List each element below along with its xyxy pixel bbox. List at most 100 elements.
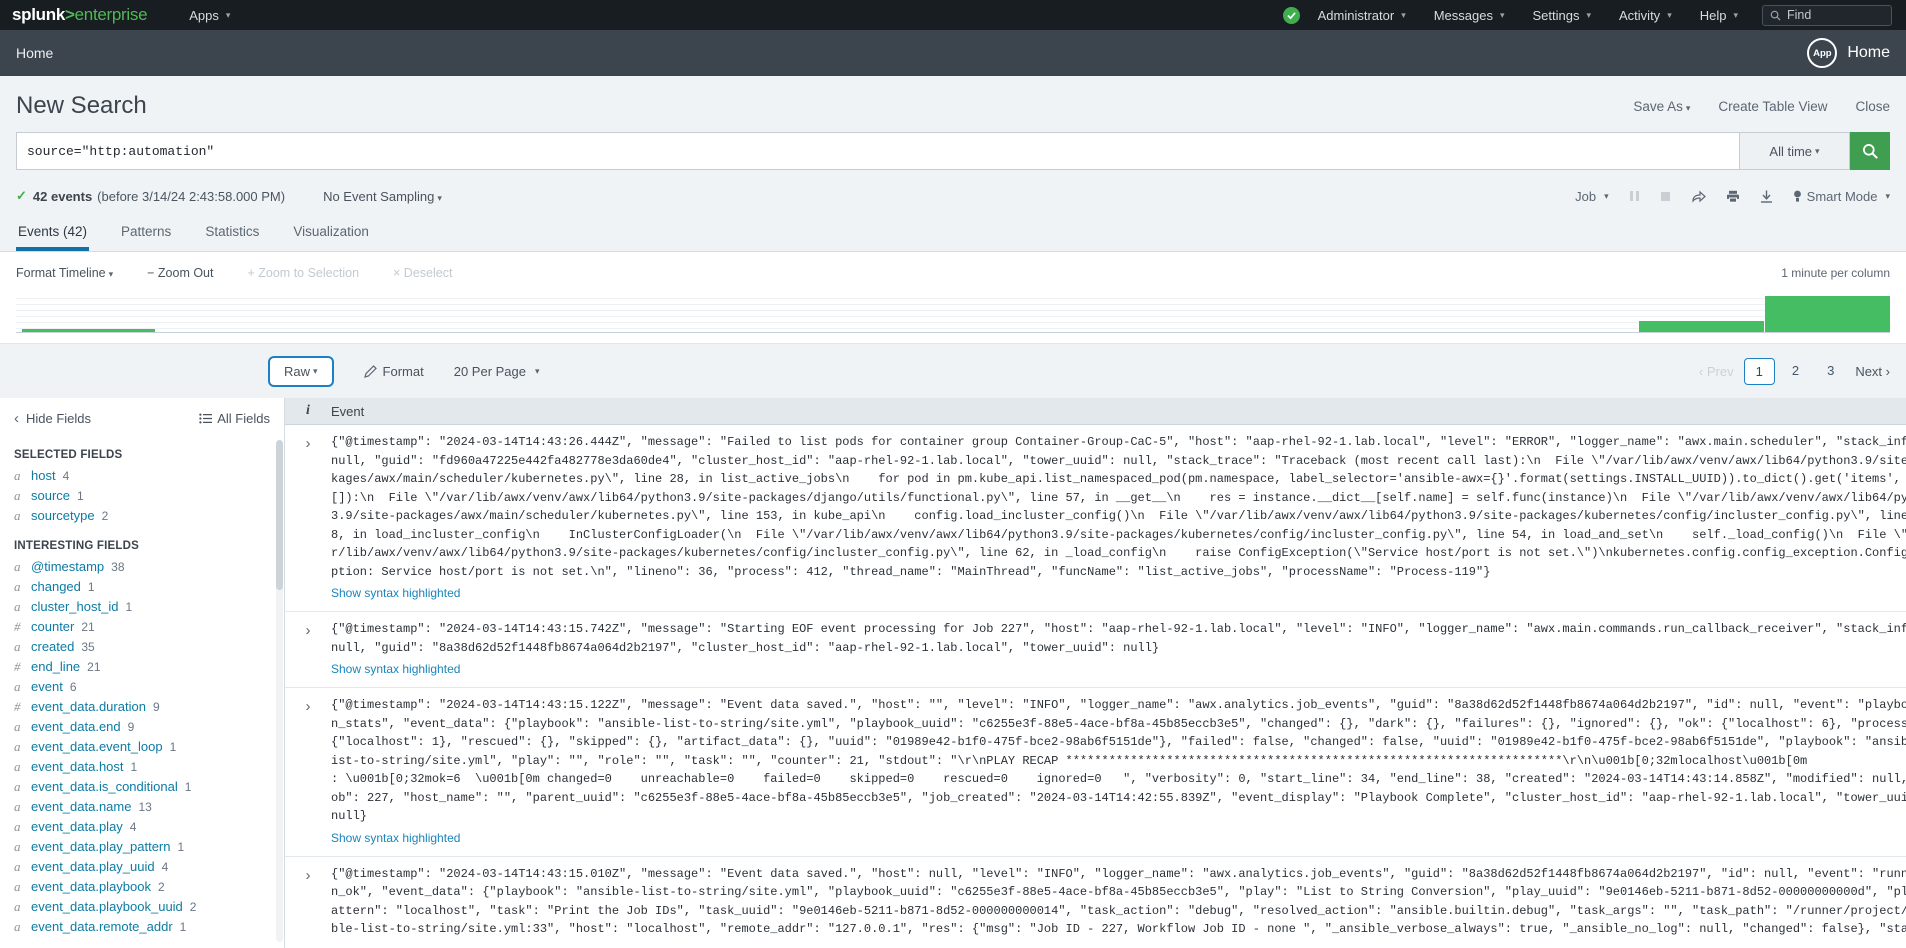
- field-name[interactable]: event_data.remote_addr: [31, 919, 173, 934]
- tab-visualization[interactable]: Visualization: [291, 212, 371, 251]
- timeline-histogram[interactable]: [16, 293, 1890, 333]
- field-name[interactable]: event: [31, 679, 63, 694]
- selected-fields-list: ahost4asource1asourcetype2: [0, 466, 284, 526]
- field-event_data.playbook_uuid[interactable]: aevent_data.playbook_uuid2: [0, 897, 284, 917]
- field-event_data.play[interactable]: aevent_data.play4: [0, 817, 284, 837]
- field-event_data.host[interactable]: aevent_data.host1: [0, 757, 284, 777]
- field-name[interactable]: event_data.play_pattern: [31, 839, 171, 854]
- field-count: 9: [153, 700, 160, 714]
- page-2-button[interactable]: 2: [1781, 358, 1810, 385]
- share-job-icon[interactable]: [1691, 190, 1706, 203]
- field-event_data.remote_addr[interactable]: aevent_data.remote_addr1: [0, 917, 284, 937]
- format-button[interactable]: Format: [364, 364, 424, 379]
- field-end_line[interactable]: #end_line21: [0, 657, 284, 677]
- timeline-bar[interactable]: [1765, 296, 1890, 332]
- field-name[interactable]: host: [31, 468, 56, 483]
- field-counter[interactable]: #counter21: [0, 617, 284, 637]
- field-event_data.is_conditional[interactable]: aevent_data.is_conditional1: [0, 777, 284, 797]
- expand-event-icon[interactable]: [285, 433, 331, 602]
- per-page-menu[interactable]: 20 Per Page: [454, 364, 540, 379]
- tab-statistics[interactable]: Statistics: [203, 212, 261, 251]
- search-mode-menu[interactable]: Smart Mode: [1793, 189, 1890, 204]
- field-name[interactable]: source: [31, 488, 70, 503]
- zoom-out-button[interactable]: − Zoom Out: [147, 266, 213, 280]
- page-1-button[interactable]: 1: [1744, 358, 1775, 385]
- field-event_data.event_loop[interactable]: aevent_data.event_loop1: [0, 737, 284, 757]
- search-query-input[interactable]: source="http:automation": [16, 132, 1740, 170]
- field-name[interactable]: sourcetype: [31, 508, 95, 523]
- field-name[interactable]: event_data.playbook: [31, 879, 151, 894]
- field-name[interactable]: @timestamp: [31, 559, 104, 574]
- timeline-bar[interactable]: [1639, 321, 1764, 332]
- next-page-button[interactable]: Next: [1855, 364, 1890, 379]
- field-count: 1: [178, 840, 185, 854]
- field-name[interactable]: event_data.playbook_uuid: [31, 899, 183, 914]
- field-name[interactable]: event_data.duration: [31, 699, 146, 714]
- expand-event-icon[interactable]: [285, 620, 331, 678]
- activity-menu[interactable]: Activity: [1605, 0, 1686, 30]
- page-title: New Search: [16, 92, 147, 120]
- field-cluster_host_id[interactable]: acluster_host_id1: [0, 597, 284, 617]
- print-icon[interactable]: [1726, 190, 1740, 203]
- job-menu[interactable]: Job: [1575, 189, 1609, 204]
- event-display-mode-button[interactable]: Raw: [268, 356, 334, 387]
- messages-menu[interactable]: Messages: [1420, 0, 1519, 30]
- field-type: a: [14, 679, 24, 695]
- create-table-view-link[interactable]: Create Table View: [1718, 99, 1827, 114]
- find-input[interactable]: Find: [1762, 5, 1892, 26]
- sidebar-scrollbar[interactable]: [276, 440, 283, 942]
- format-timeline-menu[interactable]: Format Timeline: [16, 266, 113, 280]
- field-host[interactable]: ahost4: [0, 466, 284, 486]
- field-event_data.name[interactable]: aevent_data.name13: [0, 797, 284, 817]
- field-@timestamp[interactable]: a@timestamp38: [0, 557, 284, 577]
- apps-menu[interactable]: Apps: [175, 0, 244, 30]
- splunk-logo[interactable]: splunk>enterprise: [12, 5, 147, 25]
- field-name[interactable]: event_data.name: [31, 799, 131, 814]
- field-sourcetype[interactable]: asourcetype2: [0, 506, 284, 526]
- field-event_data.duration[interactable]: #event_data.duration9: [0, 697, 284, 717]
- search-submit-button[interactable]: [1850, 132, 1890, 170]
- show-syntax-link[interactable]: Show syntax highlighted: [331, 831, 460, 845]
- settings-menu[interactable]: Settings: [1519, 0, 1606, 30]
- expand-event-icon[interactable]: [285, 696, 331, 847]
- field-name[interactable]: event_data.play: [31, 819, 123, 834]
- search-icon: [1770, 10, 1781, 21]
- save-as-menu[interactable]: Save As: [1633, 99, 1690, 114]
- hide-fields-link[interactable]: Hide Fields: [14, 410, 91, 427]
- field-created[interactable]: acreated35: [0, 637, 284, 657]
- pause-job-icon[interactable]: [1629, 190, 1640, 202]
- expand-event-icon[interactable]: [285, 865, 331, 939]
- field-event[interactable]: aevent6: [0, 677, 284, 697]
- show-syntax-link[interactable]: Show syntax highlighted: [331, 586, 460, 600]
- field-event_data.playbook[interactable]: aevent_data.playbook2: [0, 877, 284, 897]
- user-menu[interactable]: Administrator: [1304, 0, 1420, 30]
- time-range-picker[interactable]: All time: [1740, 132, 1850, 170]
- breadcrumb-home[interactable]: Home: [16, 45, 53, 61]
- field-changed[interactable]: achanged1: [0, 577, 284, 597]
- field-name[interactable]: event_data.event_loop: [31, 739, 163, 754]
- all-fields-link[interactable]: All Fields: [199, 410, 270, 427]
- event-sampling-menu[interactable]: No Event Sampling: [323, 189, 442, 204]
- field-name[interactable]: event_data.is_conditional: [31, 779, 178, 794]
- tab-patterns[interactable]: Patterns: [119, 212, 173, 251]
- field-event_data.end[interactable]: aevent_data.end9: [0, 717, 284, 737]
- field-name[interactable]: created: [31, 639, 74, 654]
- show-syntax-link[interactable]: Show syntax highlighted: [331, 662, 460, 676]
- export-icon[interactable]: [1760, 190, 1773, 203]
- tab-events-42[interactable]: Events (42): [16, 212, 89, 251]
- field-name[interactable]: event_data.play_uuid: [31, 859, 155, 874]
- field-name[interactable]: event_data.end: [31, 719, 121, 734]
- help-menu[interactable]: Help: [1686, 0, 1752, 30]
- field-event_data.play_pattern[interactable]: aevent_data.play_pattern1: [0, 837, 284, 857]
- field-name[interactable]: counter: [31, 619, 74, 634]
- close-link[interactable]: Close: [1855, 99, 1890, 114]
- page-3-button[interactable]: 3: [1816, 358, 1845, 385]
- field-name[interactable]: end_line: [31, 659, 80, 674]
- field-name[interactable]: cluster_host_id: [31, 599, 118, 614]
- field-name[interactable]: changed: [31, 579, 81, 594]
- field-event_data.play_uuid[interactable]: aevent_data.play_uuid4: [0, 857, 284, 877]
- field-source[interactable]: asource1: [0, 486, 284, 506]
- field-name[interactable]: event_data.host: [31, 759, 124, 774]
- stop-job-icon[interactable]: [1660, 191, 1671, 202]
- timeline-bar[interactable]: [22, 329, 155, 332]
